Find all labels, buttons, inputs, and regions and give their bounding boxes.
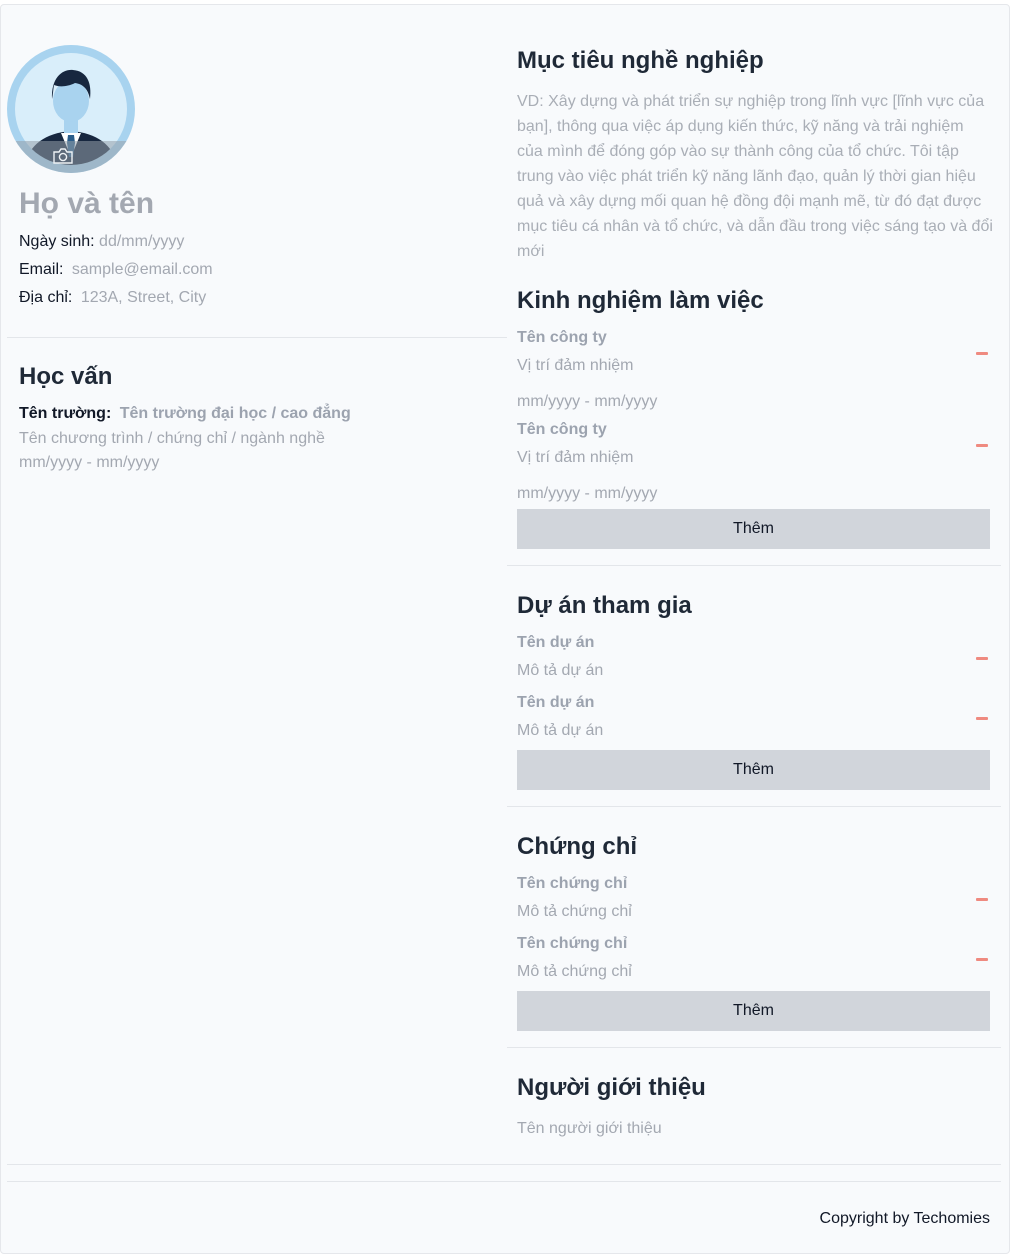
school-label: Tên trường: (19, 405, 112, 422)
certificate-desc-field[interactable]: Mô tả chứng chỉ (517, 963, 632, 981)
company-field[interactable]: Tên công ty (517, 421, 607, 439)
add-experience-button[interactable]: Thêm (517, 509, 990, 549)
project-desc-field[interactable]: Mô tả dự án (517, 662, 603, 680)
dob-row: Ngày sinh: dd/mm/yyyy (19, 233, 184, 251)
dob-label: Ngày sinh: (19, 233, 95, 250)
camera-icon[interactable] (52, 148, 74, 169)
position-field[interactable]: Vị trí đảm nhiệm (517, 357, 633, 375)
email-label: Email: (19, 261, 64, 278)
certificate-desc-field[interactable]: Mô tả chứng chỉ (517, 903, 632, 921)
projects-title: Dự án tham gia (517, 592, 692, 619)
program-field[interactable]: Tên chương trình / chứng chỉ / ngành ngh… (19, 430, 325, 448)
objective-title: Mục tiêu nghề nghiệp (517, 47, 764, 74)
remove-project-button[interactable] (976, 717, 988, 720)
remove-experience-button[interactable] (976, 444, 988, 447)
certificates-title: Chứng chỉ (517, 833, 638, 860)
certificate-name-field[interactable]: Tên chứng chỉ (517, 935, 627, 953)
experience-period-field[interactable]: mm/yyyy - mm/yyyy (517, 393, 657, 411)
cv-page: Họ và tên Ngày sinh: dd/mm/yyyy Email: s… (0, 4, 1010, 1254)
project-name-field[interactable]: Tên dự án (517, 634, 594, 652)
divider (7, 337, 507, 338)
company-field[interactable]: Tên công ty (517, 329, 607, 347)
email-row: Email: sample@email.com (19, 261, 213, 279)
project-desc-field[interactable]: Mô tả dự án (517, 722, 603, 740)
remove-project-button[interactable] (976, 657, 988, 660)
divider (7, 1164, 1001, 1165)
full-name-field[interactable]: Họ và tên (19, 187, 154, 221)
avatar[interactable] (7, 45, 135, 173)
divider (507, 1047, 1001, 1048)
experience-title: Kinh nghiệm làm việc (517, 287, 764, 314)
address-row: Địa chỉ: 123A, Street, City (19, 289, 206, 307)
add-certificate-button[interactable]: Thêm (517, 991, 990, 1031)
position-field[interactable]: Vị trí đảm nhiệm (517, 449, 633, 467)
address-label: Địa chỉ: (19, 289, 73, 306)
email-field[interactable]: sample@email.com (72, 261, 213, 278)
add-project-button[interactable]: Thêm (517, 750, 990, 790)
school-field[interactable]: Tên trường đại học / cao đẳng (120, 405, 351, 422)
remove-experience-button[interactable] (976, 352, 988, 355)
certificate-name-field[interactable]: Tên chứng chỉ (517, 875, 627, 893)
referee-name-field[interactable]: Tên người giới thiệu (517, 1120, 662, 1138)
divider (507, 565, 1001, 566)
remove-certificate-button[interactable] (976, 898, 988, 901)
divider (507, 806, 1001, 807)
education-title: Học vấn (19, 363, 113, 390)
copyright-text: Copyright by Techomies (819, 1210, 990, 1227)
objective-field[interactable]: VD: Xây dựng và phát triển sự nghiệp tro… (517, 89, 993, 264)
education-period-field[interactable]: mm/yyyy - mm/yyyy (19, 454, 159, 472)
dob-field[interactable]: dd/mm/yyyy (99, 233, 184, 250)
address-field[interactable]: 123A, Street, City (81, 289, 206, 306)
experience-period-field[interactable]: mm/yyyy - mm/yyyy (517, 485, 657, 503)
remove-certificate-button[interactable] (976, 958, 988, 961)
school-row: Tên trường: Tên trường đại học / cao đẳn… (19, 405, 351, 423)
footer-divider (7, 1181, 1001, 1182)
referee-title: Người giới thiệu (517, 1074, 706, 1101)
project-name-field[interactable]: Tên dự án (517, 694, 594, 712)
